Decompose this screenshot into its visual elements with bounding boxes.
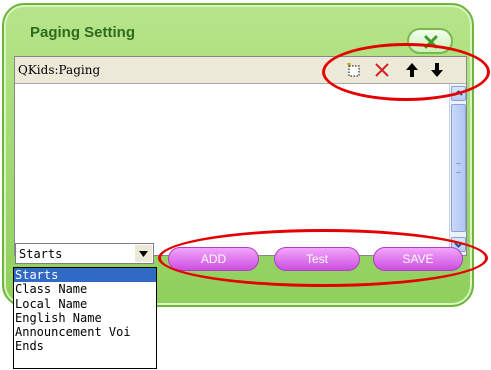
chevron-down-icon [139, 251, 148, 257]
field-dropdown[interactable]: Starts [15, 243, 154, 264]
highlight-ring-buttons [158, 229, 488, 287]
dialog-title: Paging Setting [30, 24, 135, 41]
highlight-ring-toolbar [322, 43, 490, 101]
dropdown-options-list[interactable]: Starts Class Name Local Name English Nam… [13, 267, 157, 369]
dropdown-option[interactable]: Class Name [14, 282, 156, 296]
scroll-thumb[interactable] [451, 104, 466, 232]
dropdown-option[interactable]: English Name [14, 311, 156, 325]
dropdown-option[interactable]: Announcement Voi [14, 325, 156, 339]
dropdown-option[interactable]: Local Name [14, 297, 156, 311]
dropdown-option[interactable]: Starts [14, 268, 156, 283]
dropdown-option[interactable]: Ends [14, 339, 156, 353]
dropdown-selected-value: Starts [19, 247, 63, 261]
panel-header-label: QKids:Paging [18, 63, 101, 77]
vertical-scrollbar[interactable] [449, 84, 466, 255]
dropdown-arrow-button[interactable] [135, 245, 152, 262]
